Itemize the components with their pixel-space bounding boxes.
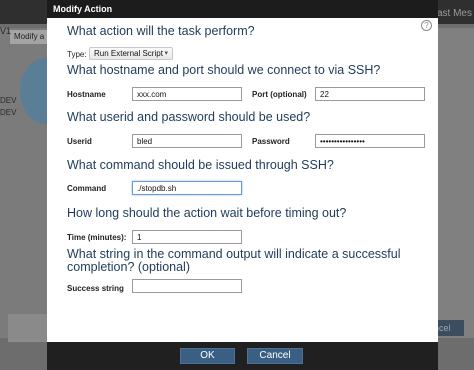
background-left-block <box>8 314 48 342</box>
command-input[interactable] <box>132 181 242 195</box>
userid-input[interactable] <box>132 134 242 148</box>
chevron-down-icon: ▾ <box>164 50 168 57</box>
port-label: Port (optional) <box>252 90 307 99</box>
password-label: Password <box>252 137 290 146</box>
section-heading-host: What hostname and port should we connect… <box>67 63 381 77</box>
type-label: Type: <box>67 50 87 59</box>
section-heading-success-line2: completion? (optional) <box>67 260 190 274</box>
dialog-body: ? What action will the task perform? Typ… <box>47 18 438 342</box>
dialog-title: Modify Action <box>53 4 113 14</box>
hostname-input[interactable] <box>132 87 242 101</box>
ok-button[interactable]: OK <box>180 348 235 364</box>
success-string-label: Success string <box>67 284 124 293</box>
success-string-input[interactable] <box>132 279 242 293</box>
port-input[interactable] <box>315 87 425 101</box>
cancel-button[interactable]: Cancel <box>247 348 303 364</box>
dialog-titlebar: Modify Action <box>47 0 438 18</box>
modify-action-dialog: Modify Action ? What action will the tas… <box>47 0 438 370</box>
dialog-footer: OK Cancel <box>47 342 438 370</box>
command-label: Command <box>67 184 107 193</box>
background-left-label: DEV <box>0 96 17 105</box>
time-input[interactable] <box>132 230 242 244</box>
section-heading-command: What command should be issued through SS… <box>67 158 334 172</box>
background-right-strip <box>438 28 474 338</box>
type-select-value: Run External Script <box>94 49 163 58</box>
background-left-label: DEV <box>0 108 17 117</box>
section-heading-timeout: How long should the action wait before t… <box>67 206 347 220</box>
section-heading-credentials: What userid and password should be used? <box>67 110 311 124</box>
hostname-label: Hostname <box>67 90 106 99</box>
time-label: Time (minutes): <box>67 233 127 242</box>
background-left-label: V1 <box>0 26 12 36</box>
userid-label: Userid <box>67 137 92 146</box>
section-heading-task: What action will the task perform? <box>67 24 255 38</box>
password-input[interactable] <box>315 134 425 148</box>
section-heading-success-line1: What string in the command output will i… <box>67 247 401 261</box>
help-icon[interactable]: ? <box>421 20 432 31</box>
type-select[interactable]: Run External Script ▾ <box>89 47 173 60</box>
